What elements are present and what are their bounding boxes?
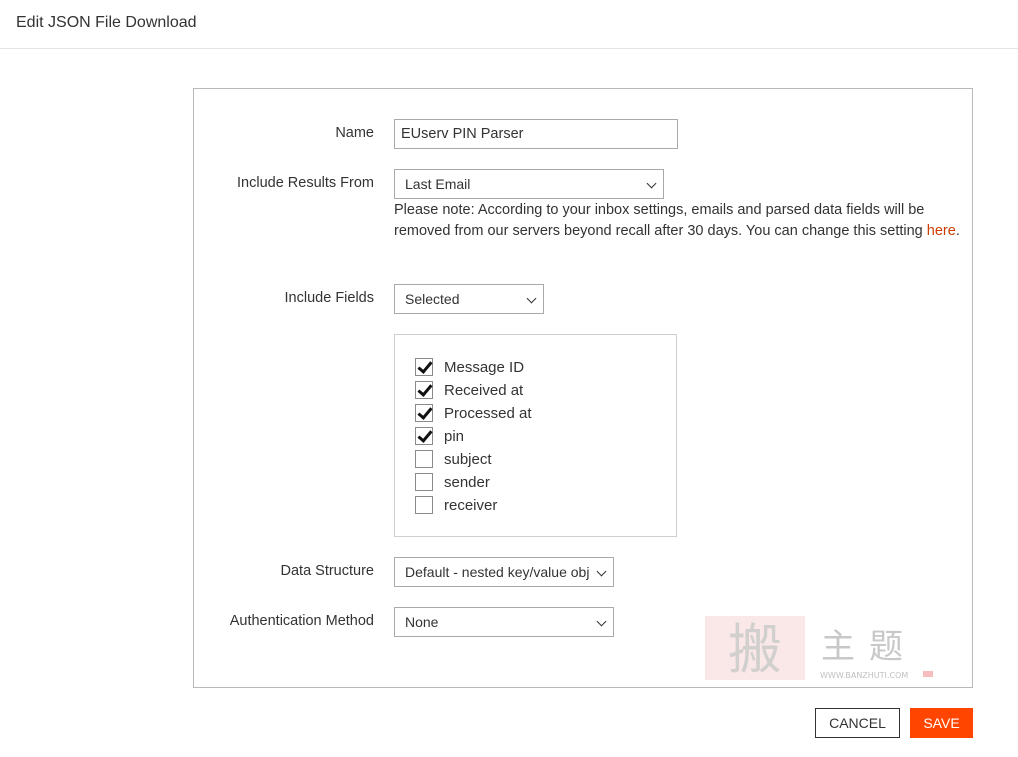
auth-method-select[interactable]: None (394, 607, 614, 637)
field-checklist: Message ID Received at Processed at pin subj… (394, 334, 677, 537)
field-option-label: sender (444, 473, 490, 491)
include-fields-label: Include Fields (284, 290, 374, 306)
checkbox-checked[interactable] (415, 358, 433, 376)
field-option-label: Message ID (444, 358, 525, 376)
field-option[interactable]: receiver (415, 495, 497, 515)
field-option[interactable]: Processed at (415, 403, 532, 423)
form-panel: Name Include Results From Last Email Ple… (193, 88, 973, 688)
field-option-label: Received at (444, 381, 524, 399)
watermark-logo: 搬 主题 WWW.BANZHUTI.COM (705, 616, 933, 681)
name-input[interactable] (394, 119, 678, 149)
include-results-select[interactable]: Last Email (394, 169, 664, 199)
field-option[interactable]: sender (415, 472, 490, 492)
svg-text:WWW.BANZHUTI.COM: WWW.BANZHUTI.COM (820, 671, 908, 680)
dialog-header: Edit JSON File Download (0, 0, 1018, 49)
include-fields-value: Selected (405, 291, 460, 307)
retention-note-end: . (955, 223, 960, 239)
field-option[interactable]: pin (415, 426, 464, 446)
chevron-down-icon (646, 178, 657, 189)
field-option-label: Processed at (444, 404, 532, 422)
cancel-button[interactable]: CANCEL (815, 708, 900, 738)
checkbox-unchecked[interactable] (415, 473, 433, 491)
include-results-label: Include Results From (237, 175, 374, 191)
chevron-down-icon (596, 566, 607, 577)
name-label: Name (335, 125, 374, 141)
field-option[interactable]: subject (415, 449, 492, 469)
settings-link[interactable]: here (927, 223, 956, 239)
data-structure-value: Default - nested key/value objects (405, 564, 589, 580)
field-option-label: subject (444, 450, 492, 468)
chevron-down-icon (596, 616, 607, 627)
checkbox-unchecked[interactable] (415, 450, 433, 468)
retention-note: Please note: According to your inbox set… (394, 200, 964, 242)
field-option[interactable]: Message ID (415, 357, 524, 377)
field-option-label: pin (444, 427, 465, 445)
field-option[interactable]: Received at (415, 380, 523, 400)
retention-note-text: Please note: According to your inbox set… (394, 202, 927, 239)
include-fields-select[interactable]: Selected (394, 284, 544, 314)
checkbox-checked[interactable] (415, 404, 433, 422)
save-button[interactable]: SAVE (910, 708, 973, 738)
chevron-down-icon (526, 293, 537, 304)
checkbox-checked[interactable] (415, 427, 433, 445)
data-structure-select[interactable]: Default - nested key/value objects (394, 557, 614, 587)
svg-text:主题: 主题 (821, 627, 917, 667)
dialog-title: Edit JSON File Download (16, 14, 197, 31)
svg-text:搬: 搬 (728, 618, 782, 681)
auth-method-value: None (405, 614, 439, 630)
checkbox-checked[interactable] (415, 381, 433, 399)
include-results-value: Last Email (405, 176, 471, 192)
field-option-label: receiver (444, 496, 498, 514)
checkbox-unchecked[interactable] (415, 496, 433, 514)
data-structure-label: Data Structure (280, 563, 375, 579)
auth-method-label: Authentication Method (229, 613, 374, 629)
